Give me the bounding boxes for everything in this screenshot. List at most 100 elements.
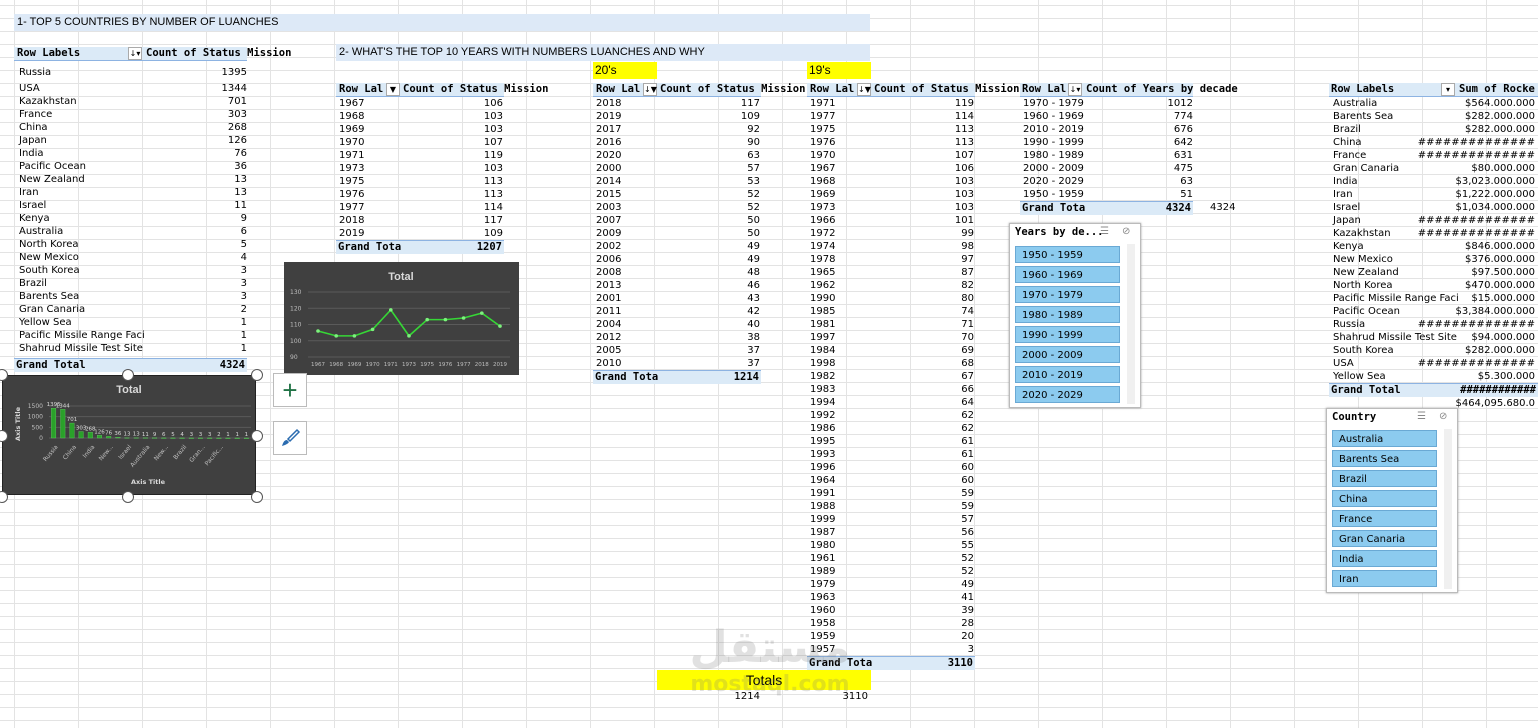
- table-row[interactable]: 2016 90: [596, 136, 760, 149]
- table-row[interactable]: China ##############: [1333, 136, 1535, 149]
- table-row[interactable]: Pacific Ocean 36: [19, 160, 247, 173]
- slicer-item[interactable]: Barents Sea: [1332, 450, 1437, 467]
- chart-elements-button[interactable]: +: [273, 373, 307, 407]
- table-row[interactable]: Kazakhstan 701: [19, 95, 247, 108]
- table-row[interactable]: Pacific Missile Range Faci 1: [19, 329, 247, 342]
- table-row[interactable]: 1958 28: [810, 617, 974, 630]
- table-row[interactable]: Iran $1,222.000.000: [1333, 188, 1535, 201]
- table-row[interactable]: New Zealand $97.500.000: [1333, 266, 1535, 279]
- slicer-item[interactable]: Iran: [1332, 570, 1437, 587]
- sort-filter-icon[interactable]: ↓▼: [857, 83, 871, 96]
- resize-handle[interactable]: [251, 430, 263, 442]
- table-row[interactable]: Russia 1395: [19, 66, 247, 79]
- table-row[interactable]: South Korea 3: [19, 264, 247, 277]
- table-row[interactable]: Brazil 3: [19, 277, 247, 290]
- table-row[interactable]: 1972 99: [810, 227, 974, 240]
- table-row[interactable]: New Mexico 4: [19, 251, 247, 264]
- table-row[interactable]: 1980 55: [810, 539, 974, 552]
- table-row[interactable]: Pacific Missile Range Faci $15.000.000: [1333, 292, 1535, 305]
- table-row[interactable]: 1962 82: [810, 279, 974, 292]
- table-row[interactable]: Yellow Sea $5.300.000: [1333, 370, 1535, 383]
- table-row[interactable]: 1994 64: [810, 396, 974, 409]
- table-row[interactable]: Russia ##############: [1333, 318, 1535, 331]
- table-row[interactable]: New Mexico $376.000.000: [1333, 253, 1535, 266]
- table-row[interactable]: France 303: [19, 108, 247, 121]
- table-row[interactable]: 1995 61: [810, 435, 974, 448]
- table-row[interactable]: Australia 6: [19, 225, 247, 238]
- line-chart[interactable]: Total 130 120 110 100 90 1967 1968 1969 1970 1971 1…: [284, 262, 519, 375]
- slicer-item[interactable]: Gran Canaria: [1332, 530, 1437, 547]
- table-row[interactable]: USA ##############: [1333, 357, 1535, 370]
- table-row[interactable]: Shahrud Missile Test Site $94.000.000: [1333, 331, 1535, 344]
- table-row[interactable]: 2013 46: [596, 279, 760, 292]
- table-row[interactable]: 1997 70: [810, 331, 974, 344]
- slicer-item[interactable]: 1970 - 1979: [1015, 286, 1120, 303]
- slicer-item[interactable]: 2020 - 2029: [1015, 386, 1120, 403]
- table-row[interactable]: 1977 114: [810, 110, 974, 123]
- bar-chart[interactable]: Total 1500 1000 500 0 1395 1344 701 303 268 126 76 3…: [2, 375, 256, 495]
- slicer-scrollbar[interactable]: [1127, 244, 1135, 404]
- table-row[interactable]: 2005 37: [596, 344, 760, 357]
- table-row[interactable]: 1967 106: [339, 97, 503, 110]
- table-row[interactable]: 2010 37: [596, 357, 760, 370]
- table-row[interactable]: 1975 113: [810, 123, 974, 136]
- slicer-item[interactable]: Brazil: [1332, 470, 1437, 487]
- table-row[interactable]: 1964 60: [810, 474, 974, 487]
- table-row[interactable]: Israel $1,034.000.000: [1333, 201, 1535, 214]
- dropdown-icon[interactable]: ▾: [1441, 83, 1455, 96]
- table-row[interactable]: 2006 49: [596, 253, 760, 266]
- clear-filter-icon[interactable]: ⊘: [1122, 226, 1130, 237]
- table-row[interactable]: 2009 50: [596, 227, 760, 240]
- table-row[interactable]: Shahrud Missile Test Site 1: [19, 342, 247, 355]
- table-row[interactable]: 1976 113: [810, 136, 974, 149]
- table-row[interactable]: 1989 52: [810, 565, 974, 578]
- table-row[interactable]: 2004 40: [596, 318, 760, 331]
- slicer-item[interactable]: 1950 - 1959: [1015, 246, 1120, 263]
- table-row[interactable]: 1991 59: [810, 487, 974, 500]
- table-row[interactable]: 2000 - 2009 475: [1023, 162, 1193, 175]
- table-row[interactable]: 2001 43: [596, 292, 760, 305]
- table-row[interactable]: Pacific Ocean $3,384.000.000: [1333, 305, 1535, 318]
- table-row[interactable]: Barents Sea 3: [19, 290, 247, 303]
- multi-select-icon[interactable]: ☰: [1100, 226, 1109, 237]
- table-row[interactable]: 1979 49: [810, 578, 974, 591]
- table-row[interactable]: 1971 119: [810, 97, 974, 110]
- table-row[interactable]: 1980 - 1989 631: [1023, 149, 1193, 162]
- table-row[interactable]: 1969 103: [810, 188, 974, 201]
- table-row[interactable]: 1976 113: [339, 188, 503, 201]
- slicer-item[interactable]: India: [1332, 550, 1437, 567]
- table-row[interactable]: 1970 - 1979 1012: [1023, 97, 1193, 110]
- table-row[interactable]: 1986 62: [810, 422, 974, 435]
- table-row[interactable]: 1961 52: [810, 552, 974, 565]
- table-row[interactable]: 1990 - 1999 642: [1023, 136, 1193, 149]
- table-row[interactable]: 1971 119: [339, 149, 503, 162]
- table-row[interactable]: 1999 57: [810, 513, 974, 526]
- table-row[interactable]: 1968 103: [339, 110, 503, 123]
- slicer-item[interactable]: France: [1332, 510, 1437, 527]
- table-row[interactable]: 1965 87: [810, 266, 974, 279]
- table-row[interactable]: 1990 80: [810, 292, 974, 305]
- table-row[interactable]: North Korea 5: [19, 238, 247, 251]
- table-row[interactable]: 1974 98: [810, 240, 974, 253]
- table-row[interactable]: 1967 106: [810, 162, 974, 175]
- table-row[interactable]: Kenya $846.000.000: [1333, 240, 1535, 253]
- table-row[interactable]: 1959 20: [810, 630, 974, 643]
- table-row[interactable]: India $3,023.000.000: [1333, 175, 1535, 188]
- table-row[interactable]: Israel 11: [19, 199, 247, 212]
- table-row[interactable]: 1970 107: [339, 136, 503, 149]
- table-row[interactable]: 2020 63: [596, 149, 760, 162]
- slicer-item[interactable]: 2000 - 2009: [1015, 346, 1120, 363]
- table-row[interactable]: Gran Canaria $80.000.000: [1333, 162, 1535, 175]
- table-row[interactable]: 1966 101: [810, 214, 974, 227]
- table-row[interactable]: 2002 49: [596, 240, 760, 253]
- table-row[interactable]: 2015 52: [596, 188, 760, 201]
- table-row[interactable]: 2008 48: [596, 266, 760, 279]
- table-row[interactable]: 2010 - 2019 676: [1023, 123, 1193, 136]
- table-row[interactable]: 1975 113: [339, 175, 503, 188]
- table-row[interactable]: 2018 117: [339, 214, 503, 227]
- table-row[interactable]: Brazil $282.000.000: [1333, 123, 1535, 136]
- slicer-item[interactable]: Australia: [1332, 430, 1437, 447]
- table-row[interactable]: 1950 - 1959 51: [1023, 188, 1193, 201]
- table-row[interactable]: 1982 67: [810, 370, 974, 383]
- table-row[interactable]: Gran Canaria 2: [19, 303, 247, 316]
